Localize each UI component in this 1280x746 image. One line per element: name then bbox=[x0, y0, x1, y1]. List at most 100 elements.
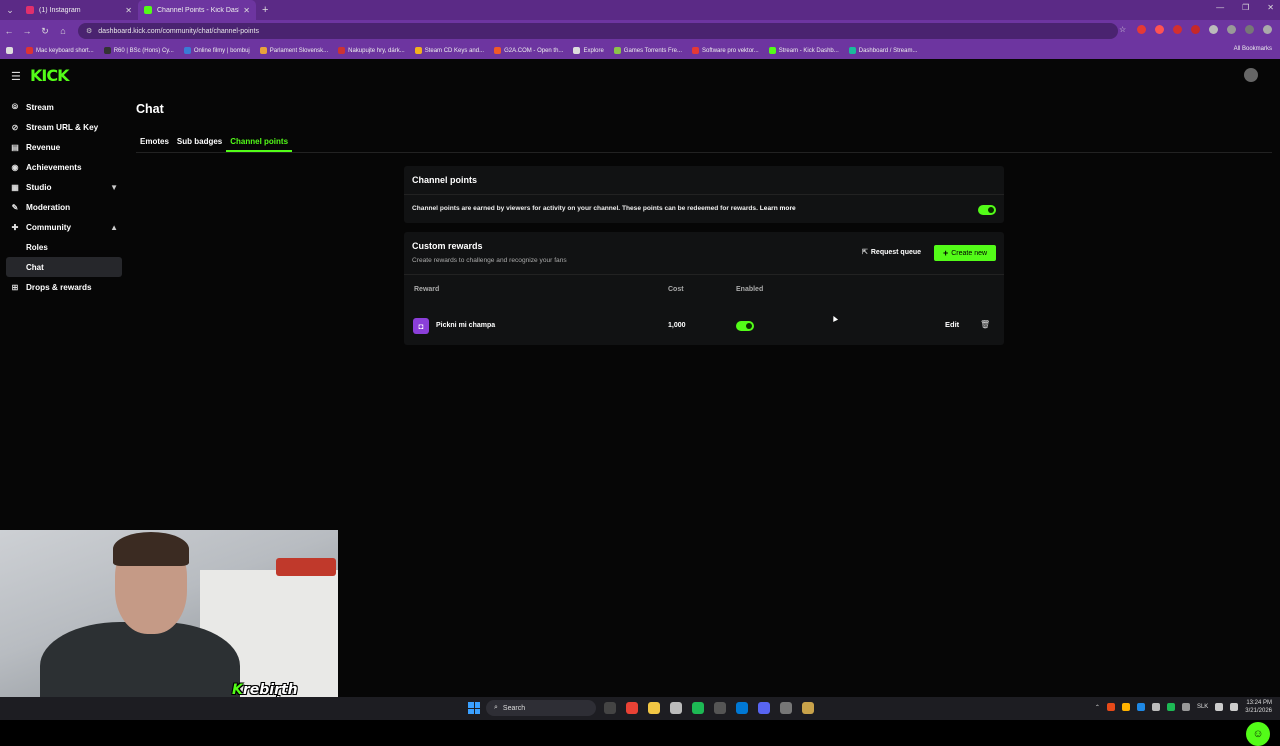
sidebar-item-drops[interactable]: ⊞ Drops & rewards bbox=[0, 277, 128, 297]
clock-time: 13:24 PM bbox=[1246, 700, 1272, 706]
edit-button[interactable]: Edit bbox=[945, 320, 959, 329]
menu-icon[interactable] bbox=[1263, 25, 1272, 34]
windows-start-icon[interactable] bbox=[468, 702, 480, 714]
extension-icon[interactable] bbox=[1173, 25, 1182, 34]
learn-more-link[interactable]: Learn more bbox=[760, 205, 796, 212]
extension-icon[interactable] bbox=[1137, 25, 1146, 34]
tray-icon[interactable] bbox=[1121, 703, 1130, 711]
star-icon[interactable]: ☆ bbox=[1119, 25, 1128, 34]
reward-cost: 1,000 bbox=[668, 322, 686, 329]
taskbar-apps bbox=[604, 702, 814, 714]
apps-icon[interactable] bbox=[6, 47, 16, 54]
tab-instagram[interactable]: (1) Instagram ✕ bbox=[20, 0, 138, 20]
new-tab-icon[interactable]: + bbox=[262, 4, 268, 16]
chatgpt-icon[interactable] bbox=[670, 702, 682, 714]
bookmark[interactable]: Software pro vektor... bbox=[692, 47, 759, 54]
bookmark[interactable]: Games Torrents Fre... bbox=[613, 47, 682, 54]
language-indicator[interactable]: SLK bbox=[1197, 704, 1208, 710]
tab-channel-points[interactable]: Channel points bbox=[226, 134, 293, 152]
tray-icon[interactable] bbox=[1166, 703, 1175, 711]
channel-points-toggle[interactable] bbox=[978, 205, 996, 215]
bookmark[interactable]: Steam CD Keys and... bbox=[414, 47, 484, 54]
bookmark[interactable]: R60 | BSc (Hons) Cy... bbox=[103, 47, 174, 54]
tab-kick-dashboard[interactable]: Channel Points - Kick Dashboard ✕ bbox=[138, 0, 256, 20]
channel-points-title: Channel points bbox=[404, 166, 1004, 195]
chrome-icon[interactable] bbox=[626, 702, 638, 714]
achievements-icon: ◉ bbox=[11, 162, 19, 172]
close-icon[interactable]: ✕ bbox=[125, 6, 132, 15]
browser-tabstrip: ⌄ (1) Instagram ✕ Channel Points - Kick … bbox=[0, 0, 1280, 20]
sidebar-item-roles[interactable]: Roles bbox=[0, 237, 122, 257]
url-input[interactable]: ⚙ dashboard.kick.com/community/chat/chan… bbox=[78, 23, 1118, 39]
sidebar-item-revenue[interactable]: ▤ Revenue bbox=[0, 137, 128, 157]
sidebar-item-studio[interactable]: ▦ Studio ▼ bbox=[0, 177, 128, 197]
bluetooth-icon[interactable] bbox=[1136, 703, 1145, 711]
app-icon[interactable] bbox=[714, 702, 726, 714]
window-controls: — ❐ ✕ bbox=[1216, 3, 1274, 12]
trash-icon[interactable]: 🗑 bbox=[980, 320, 990, 329]
gift-icon: ⊞ bbox=[11, 282, 19, 292]
tab-search-icon[interactable]: ⌄ bbox=[0, 0, 20, 20]
close-icon[interactable]: ✕ bbox=[243, 6, 250, 15]
tray-icon[interactable] bbox=[1151, 703, 1160, 711]
stream-icon: ⦾ bbox=[11, 102, 19, 111]
sidebar-item-stream[interactable]: ⦾ Stream bbox=[0, 97, 128, 117]
profile-icon[interactable] bbox=[1245, 25, 1254, 34]
reward-enabled-toggle[interactable] bbox=[736, 321, 754, 331]
minimize-icon[interactable]: — bbox=[1216, 3, 1224, 12]
wifi-icon[interactable] bbox=[1215, 703, 1224, 711]
window-close-icon[interactable]: ✕ bbox=[1267, 3, 1274, 12]
back-icon[interactable]: ← bbox=[0, 26, 18, 36]
kick-logo[interactable]: KICK bbox=[30, 66, 69, 85]
tab-sub-badges[interactable]: Sub badges bbox=[173, 134, 226, 152]
support-chat-icon[interactable]: ☺ bbox=[1246, 722, 1270, 746]
sidebar-item-achievements[interactable]: ◉ Achievements bbox=[0, 157, 128, 177]
home-icon[interactable]: ⌂ bbox=[54, 26, 72, 36]
bookmark[interactable]: Parlament Slovensk... bbox=[259, 47, 328, 54]
bookmark[interactable]: Explore bbox=[573, 47, 604, 54]
league-icon[interactable] bbox=[802, 702, 814, 714]
taskbar-search[interactable]: ⌕ Search bbox=[486, 700, 596, 716]
spotify-icon[interactable] bbox=[692, 702, 704, 714]
sidebar-item-stream-url[interactable]: ⊘ Stream URL & Key bbox=[0, 117, 128, 137]
bookmark[interactable]: Mac keyboard short... bbox=[26, 47, 94, 54]
chevron-up-icon: ▲ bbox=[110, 222, 118, 232]
tray-icon[interactable] bbox=[1181, 703, 1190, 711]
forward-icon[interactable]: → bbox=[18, 26, 36, 36]
tray-icon[interactable] bbox=[1106, 703, 1115, 711]
site-info-icon[interactable]: ⚙ bbox=[86, 27, 92, 35]
sidebar-item-moderation[interactable]: ✎ Moderation bbox=[0, 197, 128, 217]
bookmark-icon bbox=[573, 47, 581, 54]
app-icon[interactable] bbox=[780, 702, 792, 714]
tab-emotes[interactable]: Emotes bbox=[136, 134, 173, 152]
request-queue-button[interactable]: ⇱ Request queue bbox=[862, 248, 921, 257]
maximize-icon[interactable]: ❐ bbox=[1242, 3, 1249, 12]
reload-icon[interactable]: ↻ bbox=[36, 26, 54, 37]
sidebar-item-chat[interactable]: Chat bbox=[6, 257, 122, 277]
system-tray: ⌃ SLK 13:24 PM 3/21/2026 bbox=[1095, 699, 1272, 715]
volume-icon[interactable] bbox=[1230, 703, 1239, 711]
sidebar-item-community[interactable]: ✚ Community ▲ bbox=[0, 217, 128, 237]
bookmark-icon bbox=[103, 47, 111, 54]
hamburger-menu-icon[interactable]: ☰ bbox=[11, 70, 21, 83]
bookmark[interactable]: Online filmy | bombuj bbox=[183, 47, 250, 54]
all-bookmarks[interactable]: All Bookmarks bbox=[1234, 46, 1272, 52]
store-icon[interactable] bbox=[736, 702, 748, 714]
bookmark[interactable]: Dashboard / Stream... bbox=[848, 47, 917, 54]
extension-icon[interactable] bbox=[1155, 25, 1164, 34]
task-view-icon[interactable] bbox=[604, 702, 616, 714]
extension-icon[interactable] bbox=[1191, 25, 1200, 34]
chevron-up-icon[interactable]: ⌃ bbox=[1095, 704, 1100, 711]
discord-icon[interactable] bbox=[758, 702, 770, 714]
file-explorer-icon[interactable] bbox=[648, 702, 660, 714]
chevron-down-icon: ▼ bbox=[110, 182, 118, 192]
avatar[interactable] bbox=[1244, 68, 1258, 82]
media-icon[interactable] bbox=[1227, 25, 1236, 34]
bookmark[interactable]: G2A.COM - Open th... bbox=[494, 47, 563, 54]
bookmark[interactable]: Stream - Kick Dashb... bbox=[768, 47, 839, 54]
create-new-button[interactable]: + Create new bbox=[934, 245, 996, 261]
page-title: Chat bbox=[136, 102, 164, 116]
puzzle-icon[interactable] bbox=[1209, 25, 1218, 34]
bookmark[interactable]: Nakupujte hry, dárk... bbox=[338, 47, 405, 54]
clock[interactable]: 13:24 PM 3/21/2026 bbox=[1245, 699, 1272, 715]
